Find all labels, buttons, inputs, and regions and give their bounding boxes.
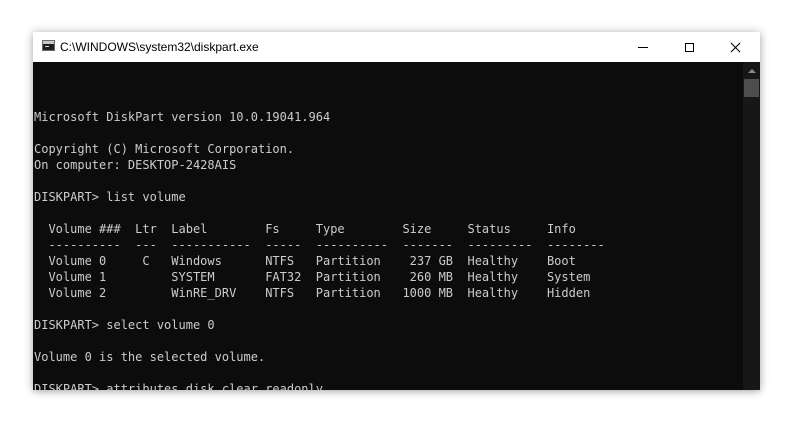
- title-bar[interactable]: C:\WINDOWS\system32\diskpart.exe: [33, 32, 760, 62]
- console-line: DISKPART> attributes disk clear readonly: [34, 382, 323, 390]
- close-icon: [730, 42, 741, 53]
- console-line: On computer: DESKTOP-2428AIS: [34, 158, 237, 172]
- console-line: Volume 2 WinRE_DRV NTFS Partition 1000 M…: [34, 286, 591, 300]
- maximize-icon: [684, 42, 694, 52]
- console-line: Copyright (C) Microsoft Corporation.: [34, 142, 295, 156]
- scroll-thumb[interactable]: [744, 79, 759, 97]
- console-line: Volume 0 C Windows NTFS Partition 237 GB…: [34, 254, 576, 268]
- vertical-scrollbar[interactable]: [743, 62, 760, 390]
- minimize-icon: [638, 46, 648, 48]
- console-app-icon[interactable]: [42, 40, 55, 51]
- minimize-button[interactable]: [620, 32, 666, 62]
- maximize-button[interactable]: [666, 32, 712, 62]
- console-window: C:\WINDOWS\system32\diskpart.exe Microso…: [33, 32, 760, 390]
- chevron-up-icon: [747, 68, 756, 73]
- console-line: DISKPART> list volume: [34, 190, 186, 204]
- console-line: Microsoft DiskPart version 10.0.19041.96…: [34, 110, 331, 124]
- console-line: Volume 1 SYSTEM FAT32 Partition 260 MB H…: [34, 270, 591, 284]
- console-line: DISKPART> select volume 0: [34, 318, 215, 332]
- console-line: Volume ### Ltr Label Fs Type Size Status…: [34, 222, 576, 236]
- console-output[interactable]: Microsoft DiskPart version 10.0.19041.96…: [33, 62, 743, 390]
- window-title: C:\WINDOWS\system32\diskpart.exe: [60, 40, 259, 54]
- close-button[interactable]: [712, 32, 758, 62]
- scroll-up-button[interactable]: [743, 62, 760, 79]
- console-line: Volume 0 is the selected volume.: [34, 350, 266, 364]
- console-line: ---------- --- ----------- ----- -------…: [34, 238, 605, 252]
